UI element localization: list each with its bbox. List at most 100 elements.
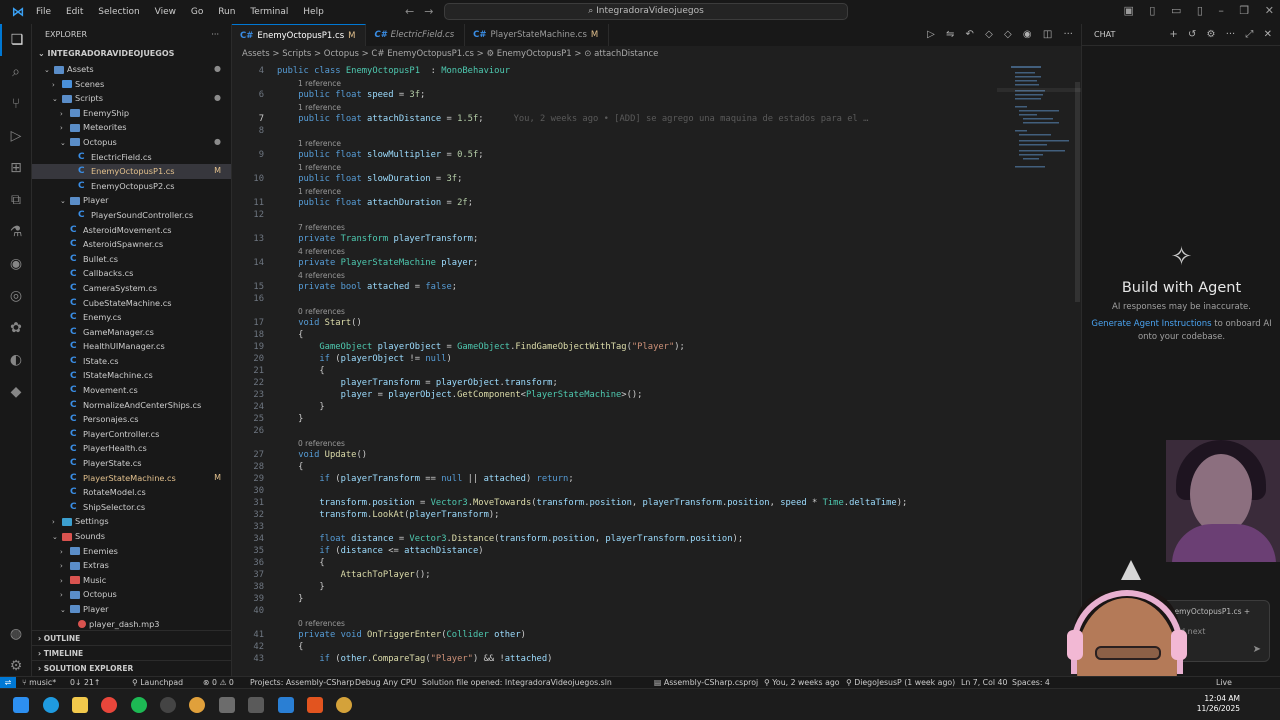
brave-icon[interactable] <box>307 697 323 713</box>
git-graph-icon[interactable]: ◉ <box>0 248 32 280</box>
folder-item[interactable]: › Settings <box>32 514 231 529</box>
file-item[interactable]: C CubeStateMachine.cs <box>32 296 231 311</box>
codelens-references[interactable]: 0 references <box>298 619 345 628</box>
new-chat-icon[interactable]: + <box>1169 29 1177 40</box>
file-item[interactable]: C IState.cs <box>32 354 231 369</box>
explorer-icon[interactable]: ❏ <box>0 24 32 56</box>
git-icon[interactable]: ◆ <box>0 376 32 408</box>
file-explorer-icon[interactable] <box>72 697 88 713</box>
previous-change-icon[interactable]: ◇ <box>985 29 993 40</box>
edge-browser-icon[interactable] <box>43 697 59 713</box>
close-icon[interactable]: ✕ <box>1264 29 1272 40</box>
forward-arrow-icon[interactable]: → <box>424 5 443 18</box>
file-item[interactable]: C CameraSystem.cs <box>32 281 231 296</box>
folder-item[interactable]: › Music <box>32 573 231 588</box>
folder-item[interactable]: › Meteorites <box>32 120 231 135</box>
gitlens-icon[interactable]: ◐ <box>0 344 32 376</box>
minimize-icon[interactable]: – <box>1218 4 1224 17</box>
tab-enemyoctopusp1[interactable]: C# EnemyOctopusP1.cs M <box>232 24 367 46</box>
folder-item[interactable]: › Octopus <box>32 587 231 602</box>
codelens-references[interactable]: 0 references <box>298 307 345 316</box>
chrome-icon[interactable] <box>101 697 117 713</box>
file-item[interactable]: C PlayerController.cs <box>32 427 231 442</box>
code-editor[interactable]: 4 public class EnemyOctopusP1 : MonoBehav… <box>232 62 997 676</box>
more-actions-icon[interactable]: ··· <box>211 24 219 46</box>
cursor-position-status[interactable]: Ln 7, Col 40 <box>961 677 1007 688</box>
codelens-references[interactable]: 1 reference <box>298 139 341 148</box>
folder-item[interactable]: › EnemyShip <box>32 106 231 121</box>
csproj-status[interactable]: ▤ Assembly-CSharp.csproj <box>654 677 758 688</box>
unity-icon[interactable] <box>248 697 264 713</box>
projects-status[interactable]: Projects: Assembly-CSharp <box>250 677 354 688</box>
run-icon[interactable]: ▷ <box>927 29 935 40</box>
menu-run[interactable]: Run <box>218 7 235 17</box>
folder-item[interactable]: › Scenes <box>32 77 231 92</box>
run-debug-icon[interactable]: ▷ <box>0 120 32 152</box>
branch-status[interactable]: ⑂ music* <box>22 677 56 688</box>
codelens-references[interactable]: 7 references <box>298 223 345 232</box>
back-arrow-icon[interactable]: ← <box>405 5 424 18</box>
menu-go[interactable]: Go <box>191 7 203 17</box>
timeline-section[interactable]: › TIMELINE <box>32 645 231 660</box>
menu-terminal[interactable]: Terminal <box>250 7 288 17</box>
codelens-references[interactable]: 4 references <box>298 247 345 256</box>
file-item[interactable]: C Callbacks.cs <box>32 266 231 281</box>
menu-selection[interactable]: Selection <box>98 7 139 17</box>
send-icon[interactable]: ➤ <box>1253 644 1261 655</box>
split-editor-icon[interactable]: ◫ <box>1043 29 1052 40</box>
vscode-taskbar-icon[interactable] <box>278 697 294 713</box>
codelens-references[interactable]: 0 references <box>298 439 345 448</box>
file-item[interactable]: C IStateMachine.cs <box>32 368 231 383</box>
project-root[interactable]: ⌄ INTEGRADORAVIDEOJUEGOS <box>32 46 231 62</box>
revert-icon[interactable]: ↶ <box>966 29 974 40</box>
chrome-profile-icon[interactable] <box>189 697 205 713</box>
file-item[interactable]: C HealthUIManager.cs <box>32 339 231 354</box>
codelens-references[interactable]: 1 reference <box>298 187 341 196</box>
github-icon[interactable]: ◎ <box>0 280 32 312</box>
file-item[interactable]: C Enemy.cs <box>32 310 231 325</box>
compare-icon[interactable]: ⇋ <box>946 29 954 40</box>
more-actions-icon[interactable]: ··· <box>1226 29 1236 40</box>
spotify-icon[interactable] <box>131 697 147 713</box>
folder-item[interactable]: › Extras <box>32 558 231 573</box>
codelens-references[interactable]: 1 reference <box>298 79 341 88</box>
tab-playerstatemachine[interactable]: C# PlayerStateMachine.cs M <box>465 24 610 46</box>
history-icon[interactable]: ↺ <box>1188 29 1196 40</box>
file-item[interactable]: C PlayerState.cs <box>32 456 231 471</box>
menu-file[interactable]: File <box>36 7 51 17</box>
file-item[interactable]: C EnemyOctopusP1.cs M <box>32 164 231 179</box>
folder-item[interactable]: ⌄ Player <box>32 193 231 208</box>
remote-explorer-icon[interactable]: ⧉ <box>0 184 32 216</box>
search-icon[interactable]: ⌕ <box>0 56 32 88</box>
file-item[interactable]: C PlayerHealth.cs <box>32 441 231 456</box>
nav-arrows[interactable]: ←→ <box>405 5 443 18</box>
file-item[interactable]: C ElectricField.cs <box>32 150 231 165</box>
more-actions-icon[interactable]: ··· <box>1063 29 1073 40</box>
solution-explorer-section[interactable]: › SOLUTION EXPLORER <box>32 660 231 675</box>
extensions-icon[interactable]: ⊞ <box>0 152 32 184</box>
toggle-panel-icon[interactable]: ▭ <box>1171 4 1181 17</box>
sync-status[interactable]: 0↓ 21↑ <box>70 677 100 688</box>
remote-indicator-icon[interactable]: ⇌ <box>0 677 16 688</box>
generate-instructions-link[interactable]: Generate Agent Instructions <box>1091 319 1211 329</box>
folder-item[interactable]: ⌄ Sounds <box>32 529 231 544</box>
file-item[interactable]: C Movement.cs <box>32 383 231 398</box>
file-item[interactable]: C AsteroidSpawner.cs <box>32 237 231 252</box>
account-icon[interactable]: ◍ <box>0 618 32 650</box>
solution-status[interactable]: Solution file opened: IntegradoraVideoju… <box>422 677 612 688</box>
folder-item[interactable]: ⌄ Player <box>32 602 231 617</box>
file-item[interactable]: C RotateModel.cs <box>32 485 231 500</box>
file-item[interactable]: player_dash.mp3 <box>32 617 231 632</box>
breadcrumb[interactable]: Assets > Scripts > Octopus > C# EnemyOct… <box>232 46 1081 62</box>
codelens-references[interactable]: 1 reference <box>298 163 341 172</box>
file-item[interactable]: C ShipSelector.cs <box>32 500 231 515</box>
file-item[interactable]: C AsteroidMovement.cs <box>32 223 231 238</box>
file-item[interactable]: C PlayerStateMachine.cs M <box>32 471 231 486</box>
system-clock[interactable]: 12:04 AM 11/26/2025 <box>1197 694 1240 714</box>
tab-electricfield[interactable]: C# ElectricField.cs <box>366 24 466 46</box>
gitlens-inspect-icon[interactable]: ◉ <box>1023 29 1032 40</box>
menu-edit[interactable]: Edit <box>66 7 83 17</box>
file-item[interactable]: C EnemyOctopusP2.cs <box>32 179 231 194</box>
file-item[interactable]: C PlayerSoundController.cs <box>32 208 231 223</box>
file-item[interactable]: C Personajes.cs <box>32 412 231 427</box>
